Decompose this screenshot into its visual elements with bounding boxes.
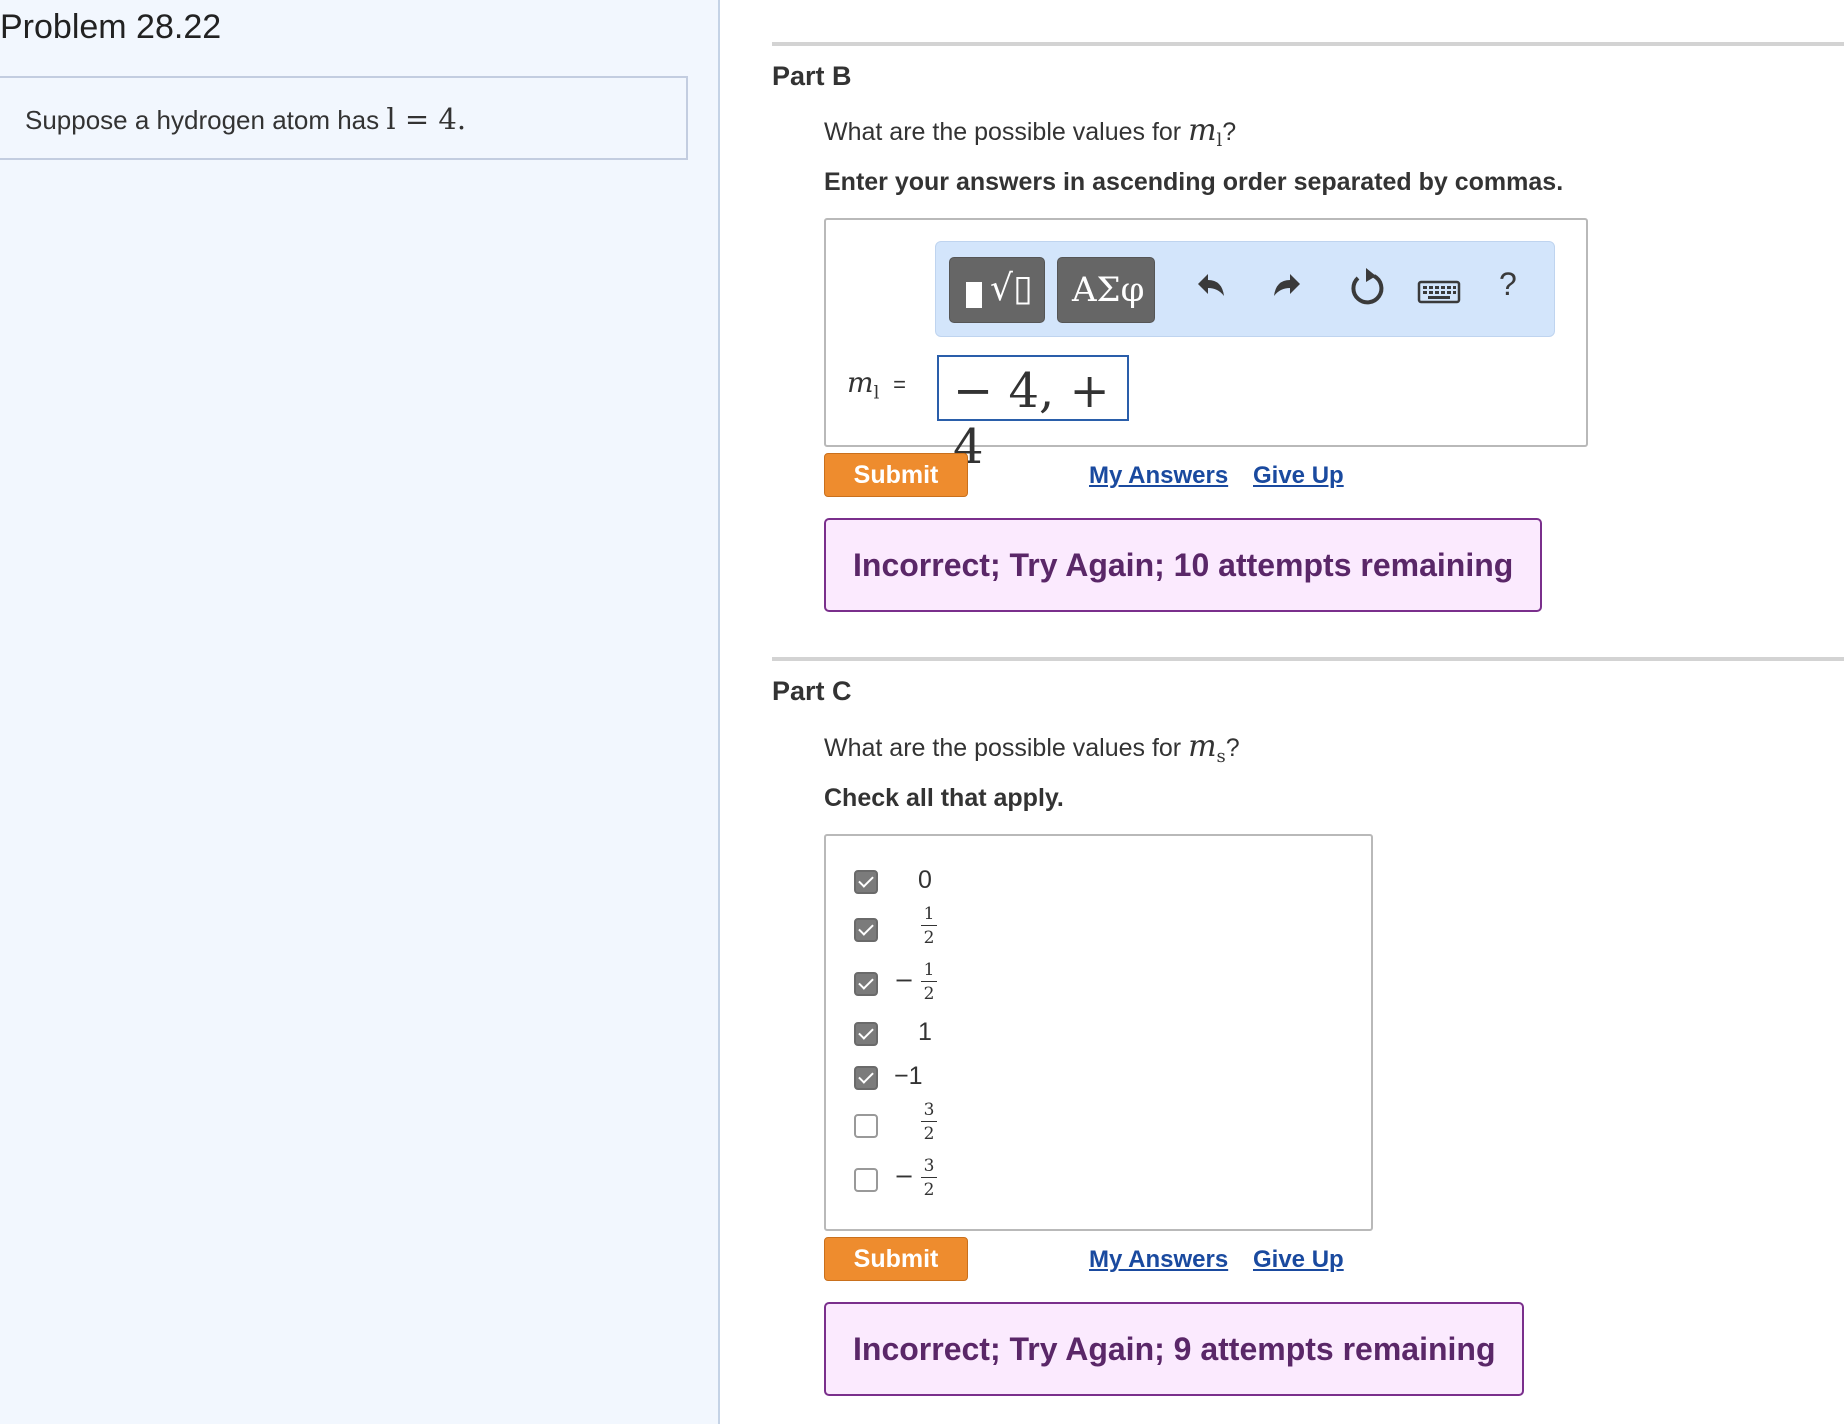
option-neg-three-halves-num: 3	[923, 1156, 935, 1176]
radical-icon: √▯	[990, 268, 1033, 309]
part-c-instruction: Check all that apply.	[824, 784, 1064, 812]
problem-statement-math: l = 4.	[386, 102, 467, 136]
templates-button[interactable]: √▯	[949, 257, 1045, 323]
checkbox-option-neg-half[interactable]	[854, 972, 878, 996]
part-b-question: What are the possible values for ml?	[824, 113, 1236, 151]
part-c-question-var: m	[1188, 729, 1217, 764]
checkbox-option-1[interactable]	[854, 1022, 878, 1046]
answer-input[interactable]: − 4, + 4	[937, 355, 1129, 475]
option-0-label: 0	[918, 866, 932, 894]
part-c-question: What are the possible values for ms?	[824, 729, 1240, 767]
problem-statement-text: Suppose a hydrogen atom has	[25, 105, 387, 135]
option-neg-half-fraction: 12	[921, 960, 937, 1004]
undo-icon[interactable]	[1188, 266, 1232, 314]
part-b-submit-button[interactable]: Submit	[824, 453, 968, 497]
keyboard-icon[interactable]	[1416, 266, 1462, 314]
part-b-title: Part B	[772, 61, 852, 91]
problem-statement-box: Suppose a hydrogen atom has l = 4.	[0, 76, 688, 160]
option-half-fraction: 12	[921, 904, 937, 948]
part-b-give-up-link[interactable]: Give Up	[1253, 462, 1344, 490]
problem-panel: Problem 28.22 Suppose a hydrogen atom ha…	[0, 0, 720, 1424]
part-c-question-suffix: ?	[1225, 734, 1240, 762]
option-half-den: 2	[923, 928, 935, 948]
part-c-my-answers-link[interactable]: My Answers	[1089, 1246, 1228, 1274]
checkbox-option-half[interactable]	[854, 918, 878, 942]
redo-icon[interactable]	[1266, 266, 1310, 314]
part-c-title: Part C	[772, 676, 852, 706]
answer-label: ml =	[847, 366, 906, 404]
part-b-question-var: m	[1188, 113, 1217, 148]
part-c-question-sub: s	[1216, 746, 1226, 767]
answer-label-equals: =	[893, 372, 906, 397]
option-neg-three-halves-fraction: 32	[921, 1156, 937, 1200]
option-three-halves-fraction: 32	[921, 1100, 937, 1144]
part-c-feedback: Incorrect; Try Again; 9 attempts remaini…	[824, 1302, 1524, 1396]
option-1-label: 1	[918, 1018, 932, 1046]
help-icon[interactable]: ?	[1499, 266, 1543, 314]
option-neg-half-sign: −	[894, 966, 915, 994]
option-neg-half-num: 1	[923, 960, 935, 980]
divider-part-b	[772, 42, 1844, 46]
checkbox-option-0[interactable]	[854, 870, 878, 894]
greek-letters-button[interactable]: ΑΣφ	[1057, 257, 1155, 323]
part-b-question-suffix: ?	[1222, 118, 1237, 146]
problem-statement: Suppose a hydrogen atom has l = 4.	[25, 102, 466, 136]
answer-label-var: m	[847, 366, 874, 399]
part-c-give-up-link[interactable]: Give Up	[1253, 1246, 1344, 1274]
option-neg-half-den: 2	[923, 984, 935, 1004]
part-c-question-text: What are the possible values for	[824, 734, 1189, 762]
templates-icon	[966, 282, 982, 308]
answer-input-value: − 4, + 4	[953, 363, 1110, 475]
part-b-question-text: What are the possible values for	[824, 118, 1189, 146]
answer-label-sub: l	[873, 382, 880, 404]
option-neg-three-halves-sign: −	[894, 1162, 915, 1190]
part-b-instruction: Enter your answers in ascending order se…	[824, 168, 1564, 196]
part-b-feedback: Incorrect; Try Again; 10 attempts remain…	[824, 518, 1542, 612]
divider-part-c	[772, 657, 1844, 661]
part-b-my-answers-link[interactable]: My Answers	[1089, 462, 1228, 490]
option-neg-three-halves-den: 2	[923, 1180, 935, 1200]
greek-letters-icon: ΑΣφ	[1072, 270, 1145, 310]
math-toolbar: √▯ ΑΣφ ?	[935, 241, 1555, 337]
checkbox-option-neg-three-halves[interactable]	[854, 1168, 878, 1192]
option-neg-1-label: −1	[894, 1062, 923, 1090]
option-half-num: 1	[923, 904, 935, 924]
reset-icon[interactable]	[1344, 266, 1388, 314]
checkbox-option-neg-1[interactable]	[854, 1066, 878, 1090]
checkbox-option-three-halves[interactable]	[854, 1114, 878, 1138]
option-three-halves-den: 2	[923, 1124, 935, 1144]
problem-title: Problem 28.22	[0, 8, 222, 46]
part-c-submit-button[interactable]: Submit	[824, 1237, 968, 1281]
option-three-halves-num: 3	[923, 1100, 935, 1120]
